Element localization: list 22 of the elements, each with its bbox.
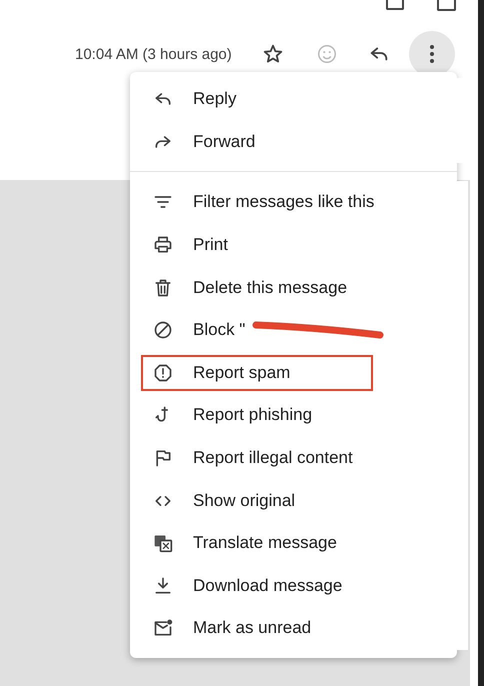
printer-icon xyxy=(153,235,173,256)
block-icon xyxy=(153,320,173,340)
translate-icon xyxy=(153,533,173,554)
menu-item[interactable]: Download message xyxy=(130,564,468,608)
trash-icon xyxy=(153,278,173,298)
menu-item[interactable]: Show original xyxy=(130,479,468,522)
timestamp: 10:04 AM (3 hours ago) xyxy=(75,46,232,62)
menu-item[interactable]: Filter messages like this xyxy=(130,181,468,224)
download-icon xyxy=(153,576,173,596)
menu-item[interactable]: Translate message xyxy=(130,522,468,565)
star-icon[interactable] xyxy=(262,43,284,65)
menu-item[interactable]: Report illegal content xyxy=(130,436,468,480)
envelope-dot-icon xyxy=(153,618,173,638)
highlight-frame: Report spam xyxy=(141,354,373,391)
menu-item[interactable]: Mark as unread xyxy=(130,607,468,650)
menu-item[interactable]: Delete this message xyxy=(130,266,468,309)
menu-item[interactable]: Report spam xyxy=(130,352,468,394)
menu-item[interactable]: Report phishing xyxy=(130,394,468,437)
menu-item[interactable]: Block " xyxy=(130,308,468,352)
exclamation-octagon-icon xyxy=(153,362,173,383)
more-vertical-icon xyxy=(430,45,434,63)
menu-item[interactable]: Print xyxy=(130,224,468,266)
